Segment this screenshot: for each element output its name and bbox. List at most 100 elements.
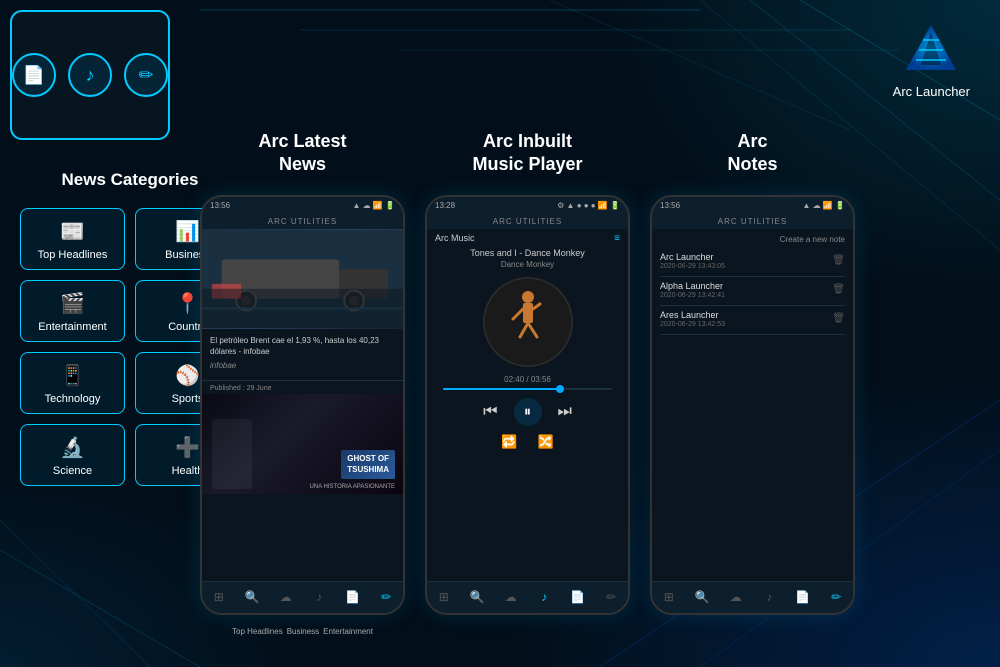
notes-section-title: Arc Notes [727, 130, 777, 177]
ghost-tsushima-subtitle: UNA HISTORIA APASIONANTE [310, 484, 395, 490]
science-icon: 🔬 [60, 435, 85, 460]
music-phone-header: ARC UTILITIES [427, 215, 628, 229]
category-entertainment[interactable]: 🎬 Entertainment [20, 280, 125, 342]
notes-phone-bottom-nav: ⊞ 🔍 ☁ ♪ 📄 ✏ [652, 581, 853, 613]
nav-music-icon[interactable]: ♪ [758, 586, 780, 608]
shuffle-button[interactable]: 🔀 [538, 434, 554, 450]
news-phone-header: ARC UTILITIES [202, 215, 403, 229]
music-phone-mockup: 13:28 ⚙ ▲ ● ● ● 📶 🔋 ARC UTILITIES Arc Mu… [425, 195, 630, 615]
music-progress-bar[interactable] [443, 388, 612, 390]
notes-phone-header: ARC UTILITIES [652, 215, 853, 229]
category-technology[interactable]: 📱 Technology [20, 352, 125, 414]
truck-scene-illustration [202, 229, 403, 329]
nav-cloud-icon[interactable]: ☁ [275, 586, 297, 608]
nav-grid-icon[interactable]: ⊞ [433, 586, 455, 608]
entertainment-label: Entertainment [38, 321, 106, 333]
progress-dot [556, 385, 564, 393]
news-phone-status-bar: 13:56 ▲ ☁ 📶 🔋 [202, 197, 403, 215]
top-left-phone-widget: 📄 ♪ ✏ [10, 10, 170, 140]
nav-doc-icon[interactable]: 📄 [342, 586, 364, 608]
note-2-delete-button[interactable]: 🗑 [832, 284, 845, 295]
album-art [483, 277, 573, 367]
warrior-figure [212, 419, 252, 489]
news-phone-bottom-nav: ⊞ 🔍 ☁ ♪ 📄 ✏ [202, 581, 403, 613]
note-1-row: Arc Launcher 2020-06-29 13:43:05 🗑 [660, 252, 845, 270]
nav-doc-icon[interactable]: 📄 [792, 586, 814, 608]
nav-edit-icon[interactable]: ✏ [600, 586, 622, 608]
doc-icon-btn[interactable]: 📄 [12, 53, 56, 97]
music-phone-status-bar: 13:28 ⚙ ▲ ● ● ● 📶 🔋 [427, 197, 628, 215]
nav-search-icon[interactable]: 🔍 [691, 586, 713, 608]
health-label: Health [172, 465, 204, 477]
sports-icon: ⚾ [175, 363, 200, 388]
news-phone-content: El petróleo Brent cae el 1,93 %, hasta l… [202, 229, 403, 605]
album-art-illustration [485, 279, 571, 365]
music-section: Arc Inbuilt Music Player 13:28 ⚙ ▲ ● ● ●… [425, 130, 630, 615]
notes-section: Arc Notes 13:56 ▲ ☁ 📶 🔋 ARC UTILITIES Cr… [650, 130, 855, 615]
nav-music-icon[interactable]: ♪ [533, 586, 555, 608]
arc-logo-icon [901, 20, 961, 80]
nav-grid-icon[interactable]: ⊞ [208, 586, 230, 608]
notes-phone-status-bar: 13:56 ▲ ☁ 📶 🔋 [652, 197, 853, 215]
note-3-delete-button[interactable]: 🗑 [832, 313, 845, 324]
note-3-content: Ares Launcher 2020-06-29 13:42:53 [660, 310, 725, 328]
entertainment-icon: 🎬 [60, 291, 85, 316]
category-science[interactable]: 🔬 Science [20, 424, 125, 486]
arc-logo-text: Arc Launcher [893, 84, 970, 101]
country-icon: 📍 [175, 291, 200, 316]
play-pause-button[interactable]: ⏸ [514, 398, 542, 426]
time-display: 02:40 / 03:56 [435, 375, 620, 384]
music-extra-controls: 🔁 🔀 [435, 434, 620, 450]
news-section: Arc Latest News 13:56 ▲ ☁ 📶 🔋 ARC UTILIT… [200, 130, 405, 636]
top-headlines-icon: 📰 [60, 219, 85, 244]
note-item-1: Arc Launcher 2020-06-29 13:43:05 🗑 [660, 252, 845, 270]
music-progress-fill [443, 388, 561, 390]
science-label: Science [53, 465, 92, 477]
nav-edit-icon[interactable]: ✏ [375, 586, 397, 608]
music-phone-content: Arc Music ≡ Tones and I - Dance Monkey D… [427, 229, 628, 454]
nav-cloud-icon[interactable]: ☁ [500, 586, 522, 608]
main-content-area: Arc Latest News 13:56 ▲ ☁ 📶 🔋 ARC UTILIT… [200, 130, 980, 647]
nav-doc-icon[interactable]: 📄 [567, 586, 589, 608]
news-phone-mockup: 13:56 ▲ ☁ 📶 🔋 ARC UTILITIES [200, 195, 405, 615]
notes-phone-mockup: 13:56 ▲ ☁ 📶 🔋 ARC UTILITIES Create a new… [650, 195, 855, 615]
repeat-button[interactable]: 🔁 [501, 434, 517, 450]
next-track-button[interactable]: ⏭ [558, 403, 572, 421]
notes-phone-content: Create a new note Arc Launcher 2020-06-2… [652, 229, 853, 345]
nav-search-icon[interactable]: 🔍 [241, 586, 263, 608]
note-1-content: Arc Launcher 2020-06-29 13:43:05 [660, 252, 725, 270]
note-1-delete-button[interactable]: 🗑 [832, 255, 845, 266]
music-controls: ⏮ ⏸ ⏭ [435, 398, 620, 426]
music-section-title: Arc Inbuilt Music Player [472, 130, 582, 177]
business-icon: 📊 [175, 219, 200, 244]
note-divider-2 [660, 305, 845, 306]
nav-grid-icon[interactable]: ⊞ [658, 586, 680, 608]
arc-launcher-logo: Arc Launcher [893, 20, 970, 101]
music-icon-btn[interactable]: ♪ [68, 53, 112, 97]
category-top-headlines[interactable]: 📰 Top Headlines [20, 208, 125, 270]
music-phone-bottom-nav: ⊞ 🔍 ☁ ♪ 📄 ✏ [427, 581, 628, 613]
music-header-row: Arc Music ≡ [435, 233, 620, 244]
sports-label: Sports [172, 393, 204, 405]
news-article1-text: El petróleo Brent cae el 1,93 %, hasta l… [202, 329, 403, 376]
nav-music-icon[interactable]: ♪ [308, 586, 330, 608]
note-2-row: Alpha Launcher 2020-06-29 13:42:41 🗑 [660, 281, 845, 299]
note-item-2: Alpha Launcher 2020-06-29 13:42:41 🗑 [660, 281, 845, 299]
news-article1-image [202, 229, 403, 329]
nav-cloud-icon[interactable]: ☁ [725, 586, 747, 608]
prev-track-button[interactable]: ⏮ [483, 403, 497, 421]
create-new-note-button[interactable]: Create a new note [660, 235, 845, 244]
news-section-title: Arc Latest News [258, 130, 346, 177]
nav-search-icon[interactable]: 🔍 [466, 586, 488, 608]
note-item-3: Ares Launcher 2020-06-29 13:42:53 🗑 [660, 310, 845, 328]
note-2-content: Alpha Launcher 2020-06-29 13:42:41 [660, 281, 725, 299]
technology-label: Technology [45, 393, 101, 405]
top-headlines-label: Top Headlines [38, 249, 108, 261]
note-3-row: Ares Launcher 2020-06-29 13:42:53 🗑 [660, 310, 845, 328]
news-divider [202, 380, 403, 381]
nav-edit-icon[interactable]: ✏ [825, 586, 847, 608]
music-filter-icon[interactable]: ≡ [614, 233, 620, 244]
note-divider-1 [660, 276, 845, 277]
technology-icon: 📱 [60, 363, 85, 388]
edit-icon-btn[interactable]: ✏ [124, 53, 168, 97]
